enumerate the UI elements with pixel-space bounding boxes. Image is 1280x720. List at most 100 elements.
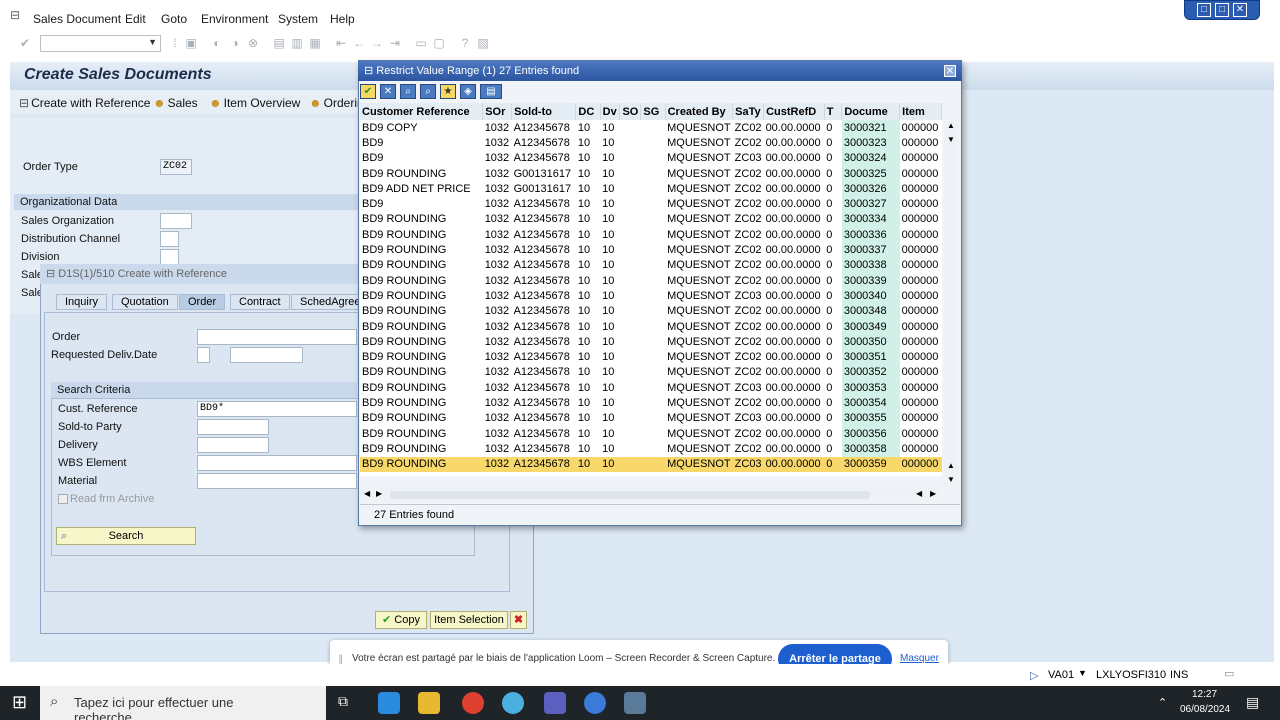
vertical-scrollbar[interactable]: ▲ ▼ ▲ ▼	[944, 121, 958, 487]
chrome-icon[interactable]	[462, 692, 484, 714]
read-archive-checkbox[interactable]	[58, 494, 68, 504]
table-row[interactable]: BD9 ROUNDING 1032 G00131617 10 10 MQUESNOT ZC0…	[360, 165, 942, 182]
cancel-x-icon[interactable]: ✖	[510, 611, 527, 629]
search-button[interactable]: ⌕ Search	[56, 527, 196, 545]
table-row[interactable]: BD9 ROUNDING 1032 A12345678 10 10 MQUESNOT ZC0…	[360, 318, 942, 335]
scroll-down-icon[interactable]: ▼	[947, 135, 955, 144]
task-view-icon[interactable]: ⧉	[338, 693, 348, 710]
maximize-icon[interactable]: □	[1215, 3, 1229, 17]
table-row[interactable]: BD9 ROUNDING 1032 A12345678 10 10 MQUESNOT ZC0…	[360, 349, 942, 365]
column-header[interactable]: SG	[640, 103, 666, 120]
browser-icon[interactable]	[584, 692, 606, 714]
column-header[interactable]: CustRefD	[763, 103, 825, 120]
column-header[interactable]: SOr	[482, 103, 513, 120]
minimize-icon[interactable]: □	[1197, 3, 1211, 17]
table-row[interactable]: BD9 ROUNDING 1032 A12345678 10 10 MQUESNOT ZC0…	[360, 410, 942, 426]
column-header[interactable]: Created By	[665, 103, 734, 120]
division-field[interactable]	[160, 249, 179, 265]
column-header[interactable]: Item	[899, 103, 942, 120]
table-row[interactable]: BD9 ROUNDING 1032 A12345678 10 10 MQUESNOT ZC0…	[360, 364, 942, 381]
shortcut-icon[interactable]: ▢	[432, 37, 446, 50]
column-header[interactable]: Customer Reference	[360, 103, 484, 120]
print-icon[interactable]: ▤	[480, 84, 502, 99]
create-with-reference-button[interactable]: ⊟ Create with Reference	[19, 96, 150, 110]
sort-icon[interactable]: ★	[440, 84, 456, 99]
table-row[interactable]: BD9 ROUNDING 1032 A12345678 10 10 MQUESNOT ZC0…	[360, 211, 942, 228]
table-row[interactable]: BD9 ADD NET PRICE 1032 G00131617 10 10 MQUESN…	[360, 181, 942, 197]
tab-inquiry[interactable]: Inquiry	[56, 294, 108, 310]
last-page-icon[interactable]: ⇥	[388, 37, 402, 50]
table-row[interactable]: BD9 ROUNDING 1032 A12345678 10 10 MQUESNOT ZC0…	[360, 257, 942, 273]
column-header[interactable]: SO	[619, 103, 642, 120]
order-type-field[interactable]: ZC02	[160, 159, 192, 175]
tab-quotation[interactable]: Quotation	[112, 294, 178, 310]
menu-sales-document[interactable]: Sales Document	[33, 12, 121, 26]
table-row[interactable]: BD9 ROUNDING 1032 A12345678 10 10 MQUESNOT ZC0…	[360, 441, 942, 457]
help-icon[interactable]: ?	[458, 37, 472, 50]
scroll-down-icon[interactable]: ▼	[947, 475, 955, 484]
scroll-up-icon[interactable]: ▲	[947, 461, 955, 470]
sales-org-field[interactable]	[160, 213, 192, 229]
tab-contract[interactable]: Contract	[230, 294, 290, 310]
material-field[interactable]	[197, 473, 357, 489]
menu-environment[interactable]: Environment	[201, 12, 268, 26]
taskbar-search[interactable]: Tapez ici pour effectuer une recherche	[40, 686, 326, 720]
app-icon[interactable]	[502, 692, 524, 714]
enter-icon[interactable]: ✔	[18, 37, 32, 50]
check-icon[interactable]: ✔	[360, 84, 376, 99]
save-icon[interactable]: ▣	[184, 37, 198, 50]
find-icon[interactable]: ▥	[290, 37, 304, 50]
copy-button[interactable]: ✔ Copy	[375, 611, 427, 629]
scroll-up-icon[interactable]: ▲	[947, 121, 955, 130]
scroll-right-icon[interactable]: ▶	[930, 489, 936, 498]
restrict-icon[interactable]: ◈	[460, 84, 476, 99]
table-row[interactable]: BD9 ROUNDING 1032 A12345678 10 10 MQUESNOT ZC0…	[360, 456, 942, 472]
first-page-icon[interactable]: ⇤	[334, 37, 348, 50]
layout-icon[interactable]: ▭	[1224, 667, 1234, 680]
exit-icon[interactable]: ◑	[228, 37, 242, 50]
hide-link[interactable]: Masquer	[900, 653, 939, 664]
new-session-icon[interactable]: ▭	[414, 37, 428, 50]
chevron-up-icon[interactable]: ⌃	[1158, 696, 1167, 709]
scroll-right-icon[interactable]: ▶	[376, 489, 382, 498]
teams-icon[interactable]	[544, 692, 566, 714]
table-row[interactable]: BD9 ROUNDING 1032 A12345678 10 10 MQUESNOT ZC0…	[360, 380, 942, 396]
find-icon[interactable]: ⌕	[400, 84, 416, 99]
menu-edit[interactable]: Edit	[125, 12, 146, 26]
req-deliv-type-field[interactable]	[197, 347, 210, 363]
cancel-icon[interactable]: ✕	[380, 84, 396, 99]
table-row[interactable]: BD9 ROUNDING 1032 A12345678 10 10 MQUESNOT ZC0…	[360, 425, 942, 442]
delivery-field[interactable]	[197, 437, 269, 453]
item-selection-button[interactable]: Item Selection	[430, 611, 508, 629]
notification-icon[interactable]: ▤	[1246, 694, 1259, 711]
table-row[interactable]: BD9 ROUNDING 1032 A12345678 10 10 MQUESNOT ZC0…	[360, 227, 942, 243]
menu-help[interactable]: Help	[330, 12, 355, 26]
table-row[interactable]: BD9 ROUNDING 1032 A12345678 10 10 MQUESNOT ZC0…	[360, 334, 942, 350]
column-header[interactable]: Sold-to	[511, 103, 577, 120]
scroll-left-icon[interactable]: ◀	[916, 489, 922, 498]
table-row[interactable]: BD9 ROUNDING 1032 A12345678 10 10 MQUESNOT ZC0…	[360, 303, 942, 319]
sold-to-party-field[interactable]	[197, 419, 269, 435]
menu-goto[interactable]: Goto	[161, 12, 187, 26]
cancel-icon[interactable]: ⊗	[246, 37, 260, 50]
next-page-icon[interactable]: →	[370, 37, 384, 50]
menu-system[interactable]: System	[278, 12, 318, 26]
sap-menu-icon[interactable]: ⊟	[10, 8, 20, 22]
ordering-party-button[interactable]: ☻ Orderin	[309, 96, 364, 110]
column-header[interactable]: T	[824, 103, 843, 120]
column-header[interactable]: SaTy	[732, 103, 765, 120]
find-next-icon[interactable]: ⌕	[420, 84, 436, 99]
table-row[interactable]: BD9 1032 A12345678 10 10 MQUESNOT ZC03 00.00.00…	[360, 150, 942, 166]
horizontal-scrollbar[interactable]: ◀ ▶ ◀ ▶	[360, 488, 942, 502]
chevron-down-icon[interactable]: ▼	[1078, 668, 1087, 678]
wbs-element-field[interactable]	[197, 455, 357, 471]
table-row[interactable]: BD9 COPY 1032 A12345678 10 10 MQUESNOT ZC02 00.…	[360, 120, 942, 136]
sales-button[interactable]: ☻ Sales	[153, 96, 198, 110]
file-explorer-icon[interactable]	[418, 692, 440, 714]
cust-reference-field[interactable]: BD9*	[197, 401, 357, 417]
table-row[interactable]: BD9 1032 A12345678 10 10 MQUESNOT ZC02 00.00.00…	[360, 135, 942, 151]
column-header[interactable]: Dv	[600, 103, 621, 120]
command-field[interactable]: ▼	[40, 35, 161, 52]
back-icon[interactable]: ◐	[210, 37, 224, 50]
play-icon[interactable]: ▷	[1030, 669, 1038, 682]
